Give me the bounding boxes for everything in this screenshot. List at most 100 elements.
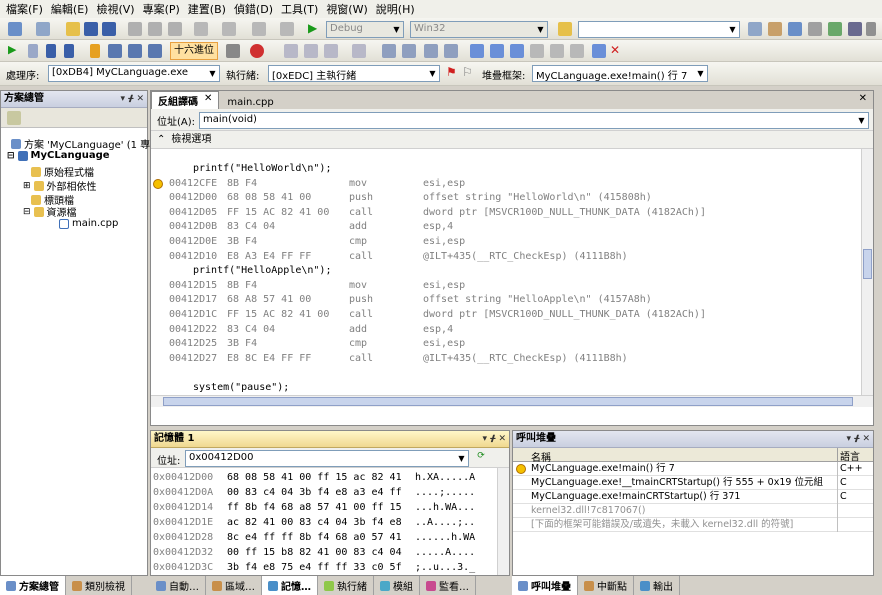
copy-icon[interactable] [148,22,162,36]
outdent-icon[interactable] [382,44,396,58]
hexadecimal-button[interactable]: 十六進位 [170,42,218,60]
asm-line[interactable]: 00412D10 E8 A3 E4 FF FF call @ILT+435(__RTC… [151,250,863,265]
start-page-icon[interactable] [828,22,842,36]
solution-config-select[interactable]: Debug ▼ [326,21,404,38]
memory-row[interactable]: 0x00412D1E ac 82 41 00 83 c4 04 3b f4 e8.… [153,515,493,530]
memory-row[interactable]: 0x00412D3C 3b f4 e8 75 e4 ff ff 33 c0 5f;… [153,560,493,575]
collapse-icon[interactable]: ⊟ [7,151,15,161]
bottom-tab[interactable]: 自動… [150,576,206,595]
bookmark-folder-icon[interactable] [530,44,544,58]
column-header-language[interactable]: 語言 [837,448,860,463]
step-out-icon[interactable] [148,44,162,58]
bottom-tab[interactable]: 中斷點 [578,576,634,595]
navigate-forward-icon[interactable] [280,22,294,36]
chevron-up-icon[interactable]: ⌃ [157,131,165,148]
asm-line[interactable]: 00412D1C FF 15 AC 82 41 00 call dword ptr [… [151,308,863,323]
asm-line[interactable]: 00412D00 68 08 58 41 00 push offset string … [151,191,863,206]
properties-icon[interactable] [7,111,21,125]
collapse-icon[interactable]: ⊟ [23,207,31,217]
menu-item[interactable]: 工具(T) [277,1,322,17]
thread-select[interactable]: [0xEDC] 主執行緒 ▼ [268,65,440,82]
menu-item[interactable]: 專案(P) [139,1,184,17]
debug-windows-icon[interactable] [226,44,240,58]
source-line[interactable]: printf("HelloWorld\n"); [151,162,863,177]
tree-folder[interactable]: ⊟ 資源檔 [23,204,77,219]
asm-line[interactable]: 00412D0B 83 C4 04 add esp,4 [151,220,863,235]
prev-folder-icon[interactable] [550,44,564,58]
tab-disassembly[interactable]: 反組譯碼 ✕ [151,91,220,109]
format-icon[interactable] [324,44,338,58]
menu-item[interactable]: 說明(H) [372,1,419,17]
source-line[interactable]: system("pause"); [151,381,863,395]
bottom-tab[interactable]: 監看… [420,576,476,595]
font-size-icon[interactable] [352,44,366,58]
close-icon[interactable]: ✕ [859,93,867,104]
extensions-icon[interactable] [848,22,862,36]
navigate-back-icon[interactable] [252,22,266,36]
process-select[interactable]: [0xDB4] MyCLanguage.exe ▼ [48,65,220,82]
call-stack-row[interactable]: MyCLanguage.exe!mainCRTStartup() 行 371 C [513,490,873,504]
memory-row[interactable]: 0x00412D0A 00 83 c4 04 3b f4 e8 a3 e4 ff.… [153,485,493,500]
stop-debug-icon[interactable] [46,44,56,58]
uncomment-icon[interactable] [444,44,458,58]
asm-line[interactable]: 00412D22 83 C4 04 add esp,4 [151,323,863,338]
platform-select[interactable]: Win32 ▼ [410,21,548,38]
memory-row[interactable]: 0x00412D28 8c e4 ff ff 8b f4 68 a0 57 41.… [153,530,493,545]
memory-row[interactable]: 0x00412D00 68 08 58 41 00 ff 15 ac 82 41 h… [153,470,493,485]
asm-line[interactable]: 00412D05 FF 15 AC 82 41 00 call dword ptr [… [151,206,863,221]
bottom-tab[interactable]: 方案總管 [0,576,66,595]
open-icon[interactable] [66,22,80,36]
call-stack-row[interactable]: MyCLanguage.exe!__tmainCRTStartup() 行 55… [513,476,873,490]
menu-item[interactable]: 編輯(E) [47,1,93,17]
memory-row[interactable]: 0x00412D14 ff 8b f4 68 a8 57 41 00 ff 15.… [153,500,493,515]
vertical-scrollbar[interactable] [497,468,509,575]
stack-frame-select[interactable]: MyCLanguage.exe!main() 行 7 ▼ [532,65,708,82]
asm-line[interactable]: 00412D15 8B F4 mov esi,esp [151,279,863,294]
bookmark-icon[interactable] [470,44,484,58]
next-folder-icon[interactable] [570,44,584,58]
scrollbar-thumb[interactable] [863,249,872,279]
new-project-icon[interactable] [8,22,22,36]
prev-bookmark-icon[interactable] [490,44,504,58]
indent-icon[interactable] [402,44,416,58]
asm-line[interactable]: 00412D0E 3B F4 cmp esi,esp [151,235,863,250]
start-debug-icon[interactable]: ▶ [308,21,322,35]
paste-icon[interactable] [168,22,182,36]
menu-item[interactable]: 檔案(F) [2,1,47,17]
menu-item[interactable]: 偵錯(D) [230,1,277,17]
menu-item[interactable]: 視窗(W) [322,1,371,17]
clear-bookmarks-icon[interactable] [592,44,606,58]
solution-explorer-icon[interactable] [748,22,762,36]
asm-line[interactable]: 00412D27 E8 8C E4 FF FF call @ILT+435(__RTC… [151,352,863,367]
refresh-icon[interactable]: ⟳ [473,451,489,465]
tree-file[interactable]: main.cpp [59,218,118,229]
bottom-tab[interactable]: 執行緒 [318,576,374,595]
add-item-icon[interactable] [36,22,50,36]
view-options-bar[interactable]: ⌃ 檢視選項 [151,131,873,149]
tab-main-cpp[interactable]: main.cpp [219,96,281,109]
step-over-icon[interactable] [128,44,142,58]
show-next-statement-icon[interactable] [90,44,100,58]
bottom-tab[interactable]: 類別檢視 [66,576,132,595]
comment-icon[interactable] [424,44,438,58]
cut-icon[interactable] [128,22,142,36]
close-icon[interactable]: ✕ [204,93,212,108]
panel-buttons[interactable]: ▾ ᚋ ✕ [121,91,144,107]
object-browser-icon[interactable] [788,22,802,36]
step-into-icon[interactable] [108,44,122,58]
address-input[interactable]: main(void) ▼ [199,112,869,129]
vertical-scrollbar[interactable] [861,149,873,395]
continue-icon[interactable]: ▶ [8,43,22,57]
redo-icon[interactable] [222,22,236,36]
save-all-icon[interactable] [102,22,116,36]
panel-buttons[interactable]: ▾ ᚋ ✕ [483,431,506,447]
breakpoint-window-icon[interactable] [250,44,264,58]
panel-buttons[interactable]: ▾ ᚋ ✕ [847,431,870,447]
menu-item[interactable]: 檢視(V) [92,1,138,17]
properties-icon[interactable] [768,22,782,36]
restart-icon[interactable] [64,44,74,58]
expand-icon[interactable]: ⊞ [23,181,31,191]
toggle-bookmark-icon[interactable] [284,44,298,58]
source-line[interactable]: printf("HelloApple\n"); [151,264,863,279]
asm-line[interactable]: 00412CFE 8B F4 mov esi,esp [151,177,863,192]
